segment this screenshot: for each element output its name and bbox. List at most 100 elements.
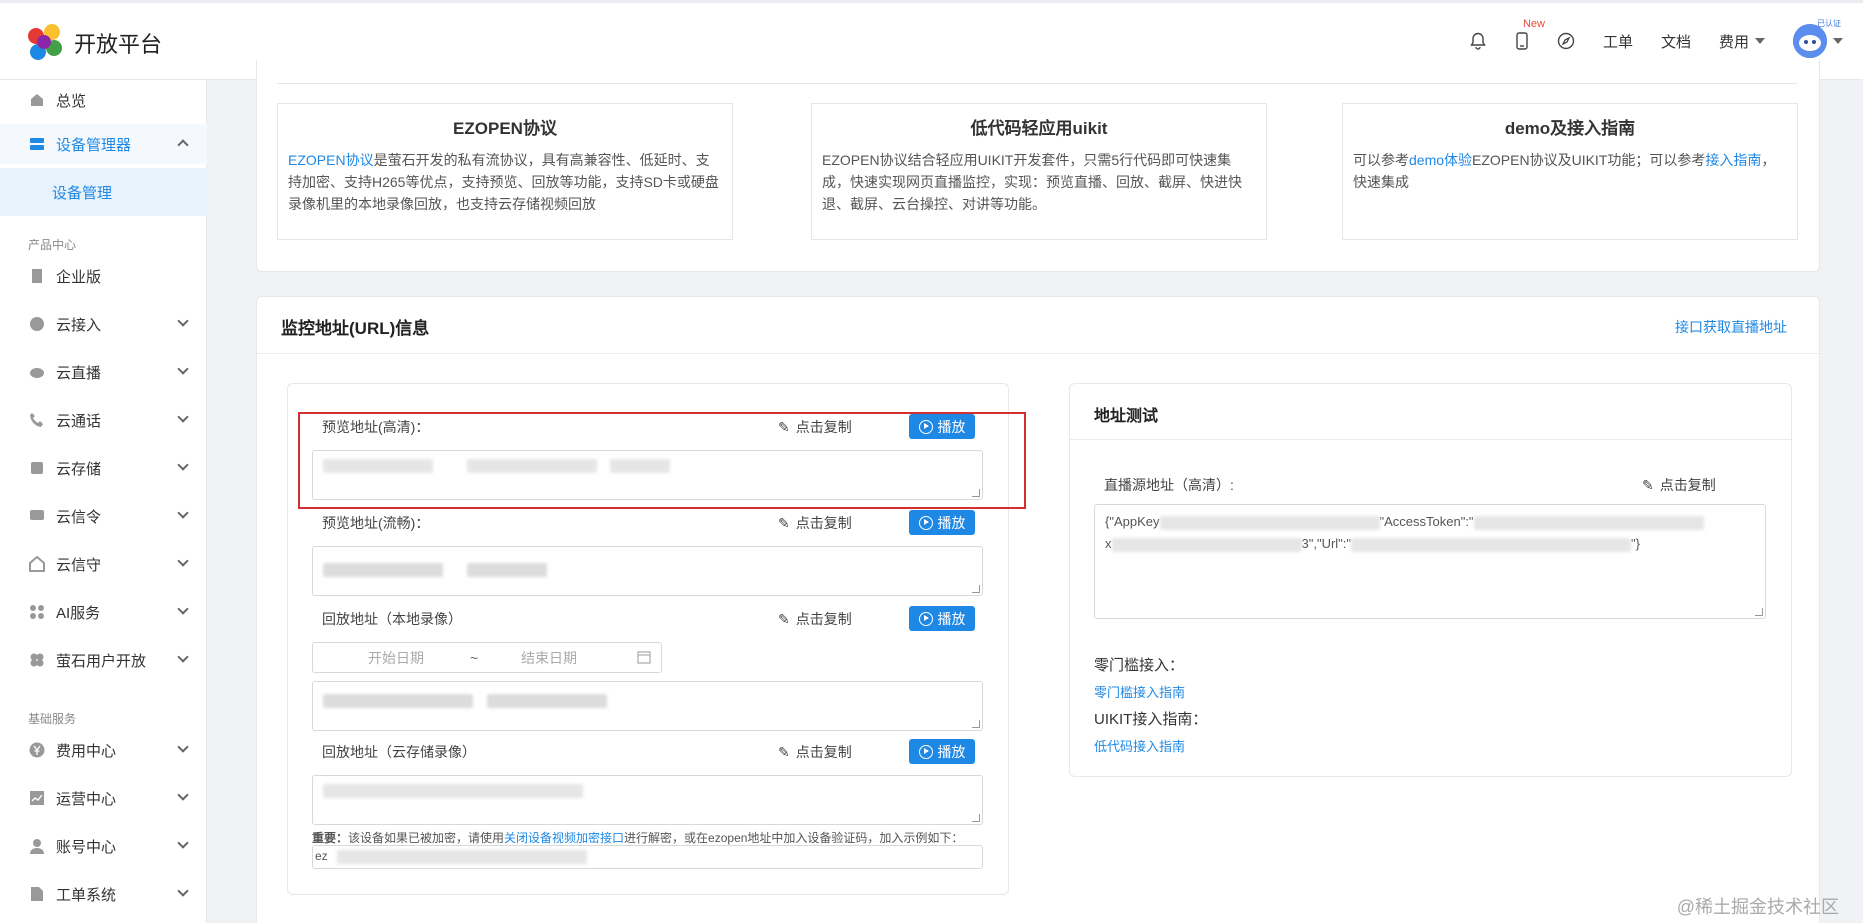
edit-icon: ✎ [778, 514, 790, 531]
phone-icon [28, 411, 46, 429]
panel-title: 地址测试 [1094, 408, 1159, 425]
resize-handle[interactable] [972, 814, 980, 822]
sidebar-subitem-device-manage[interactable]: 设备管理 [0, 168, 207, 216]
zero-access-guide-link[interactable]: 零门槛接入指南 [1094, 682, 1185, 701]
sidebar-item-ticket-system[interactable]: 工单系统 [0, 874, 207, 914]
sidebar-item-overview[interactable]: 总览 [0, 80, 207, 120]
sidebar-item-cloud-guard[interactable]: 云信守 [0, 544, 207, 584]
copy-label: 点击复制 [795, 744, 852, 760]
sidebar-item-device-manager[interactable]: 设备管理器 [0, 124, 207, 164]
avatar-chevron-down-icon[interactable] [1833, 38, 1843, 44]
disable-encryption-link[interactable]: 关闭设备视频加密接口 [504, 831, 624, 845]
bell-icon[interactable] [1461, 26, 1495, 56]
play-circle-icon [918, 744, 933, 759]
example-url-box[interactable]: ez [312, 845, 983, 869]
sidebar-item-enterprise[interactable]: 企业版 [0, 256, 207, 296]
sidebar-item-label: 总览 [56, 92, 87, 110]
sidebar-item-cloud-signal[interactable]: 云信令 [0, 496, 207, 536]
sidebar-item-label: AI服务 [56, 604, 101, 622]
start-date-input[interactable]: 开始日期 [368, 648, 424, 668]
playback-cloud-url-textarea[interactable] [312, 775, 983, 825]
sidebar-item-label: 云信守 [56, 556, 102, 574]
info-text: 可以参考 [1353, 152, 1409, 168]
sidebar-item-cloud-call[interactable]: 云通话 [0, 400, 207, 440]
sidebar-item-ai-service[interactable]: AI服务 [0, 592, 207, 632]
chevron-down-icon [177, 837, 189, 849]
sidebar-item-label: 云信令 [56, 508, 102, 526]
ticket-link[interactable]: 工单 [1603, 31, 1633, 52]
api-live-url-link[interactable]: 接口获取直播地址 [1675, 317, 1787, 337]
play-button[interactable]: 播放 [909, 739, 975, 764]
sidebar-item-label: 企业版 [56, 268, 102, 286]
chevron-down-icon [177, 603, 189, 615]
sidebar-group-product: 产品中心 [28, 238, 77, 252]
watermark: @稀土掘金技术社区 [1676, 897, 1839, 917]
redacted-text [323, 693, 473, 708]
docs-link[interactable]: 文档 [1661, 31, 1691, 52]
info-body: EZOPEN协议结合轻应用UIKIT开发套件，只需5行代码即可快速集成，快速实现… [822, 152, 1242, 212]
sidebar-item-ops-center[interactable]: 运营中心 [0, 778, 207, 818]
sidebar-item-ys-user-open[interactable]: 萤石用户开放 [0, 640, 207, 680]
copy-button[interactable]: ✎ 点击复制 [778, 513, 852, 533]
source-text: x [1105, 536, 1112, 551]
redacted-text [1111, 537, 1302, 552]
field-label: 回放地址（本地录像） [322, 611, 462, 627]
copy-button[interactable]: ✎ 点击复制 [778, 609, 852, 629]
sidebar-item-cloud-access[interactable]: 云接入 [0, 304, 207, 344]
protocol-info-card: EZOPEN协议 EZOPEN协议是萤石开发的私有流协议，具有高兼容性、低延时、… [256, 60, 1820, 272]
sidebar-item-account-center[interactable]: 账号中心 [0, 826, 207, 866]
resize-handle[interactable] [972, 720, 980, 728]
end-date-input[interactable]: 结束日期 [521, 648, 577, 668]
play-circle-icon [918, 611, 933, 626]
info-title: 低代码轻应用uikit [970, 119, 1108, 138]
cloud-icon [28, 363, 46, 381]
source-text: "} [1631, 536, 1640, 551]
live-source-textarea[interactable]: {"AppKey "AccessToken":" x 3","Url":" "} [1094, 504, 1766, 619]
copy-label: 点击复制 [1659, 477, 1716, 493]
resize-handle[interactable] [1755, 608, 1763, 616]
notice-bold: 重要： [312, 831, 349, 845]
ezopen-link[interactable]: EZOPEN协议 [288, 152, 374, 168]
playback-local-url-textarea[interactable] [312, 681, 983, 731]
info-body: 可以参考demo体验EZOPEN协议及UIKIT功能；可以参考接入指南，快速集成 [1353, 149, 1787, 193]
play-button[interactable]: 播放 [909, 510, 975, 535]
compass-icon[interactable] [1549, 26, 1583, 56]
uikit-guide-label: UIKIT接入指南： [1094, 711, 1208, 728]
copy-button[interactable]: ✎ 点击复制 [1642, 475, 1716, 495]
redacted-text [323, 783, 583, 798]
building-icon [28, 267, 46, 285]
home-icon [28, 91, 46, 109]
demo-link[interactable]: demo体验 [1409, 152, 1472, 168]
info-title: demo及接入指南 [1504, 119, 1636, 138]
avatar[interactable]: 已认证 [1793, 19, 1841, 58]
logo[interactable]: 开放平台 [26, 24, 162, 62]
example-prefix: ez [315, 849, 328, 863]
source-line: x 3","Url":" "} [1105, 533, 1755, 555]
mobile-icon[interactable]: New [1505, 18, 1545, 56]
sidebar: 总览 设备管理器 设备管理 产品中心 企业版 云接入 云直播 云通话 云存储 云… [0, 80, 207, 923]
yen-icon [28, 741, 46, 759]
guide-link[interactable]: 接入指南 [1705, 152, 1761, 168]
address-test-panel: 地址测试 直播源地址（高清）: ✎ 点击复制 {"AppKey "AccessTok… [1069, 383, 1792, 777]
notice-text: 该设备如果已被加密，请使用 [348, 831, 505, 845]
low-code-guide-link[interactable]: 低代码接入指南 [1094, 736, 1185, 755]
resize-handle[interactable] [972, 585, 980, 593]
source-line: {"AppKey "AccessToken":" [1105, 511, 1755, 533]
fee-dropdown[interactable]: 费用 [1719, 31, 1765, 52]
date-range-picker[interactable]: 开始日期 ~ 结束日期 [312, 642, 662, 673]
play-button[interactable]: 播放 [909, 606, 975, 631]
users-icon [28, 651, 46, 669]
sidebar-item-cloud-storage[interactable]: 云存储 [0, 448, 207, 488]
sidebar-item-cloud-live[interactable]: 云直播 [0, 352, 207, 392]
ezviz-logo-icon [26, 24, 64, 62]
calendar-icon [637, 650, 651, 667]
sidebar-item-fee-center[interactable]: 费用中心 [0, 730, 207, 770]
copy-button[interactable]: ✎ 点击复制 [778, 742, 852, 762]
redacted-text [337, 849, 588, 864]
preview-smooth-url-textarea[interactable] [312, 546, 983, 596]
date-separator: ~ [470, 649, 479, 666]
play-label: 播放 [937, 743, 966, 760]
redacted-text [323, 562, 443, 577]
sidebar-subitem-label: 设备管理 [52, 184, 113, 202]
header-actions: New 工单 文档 费用 已认证 [1451, 18, 1843, 58]
